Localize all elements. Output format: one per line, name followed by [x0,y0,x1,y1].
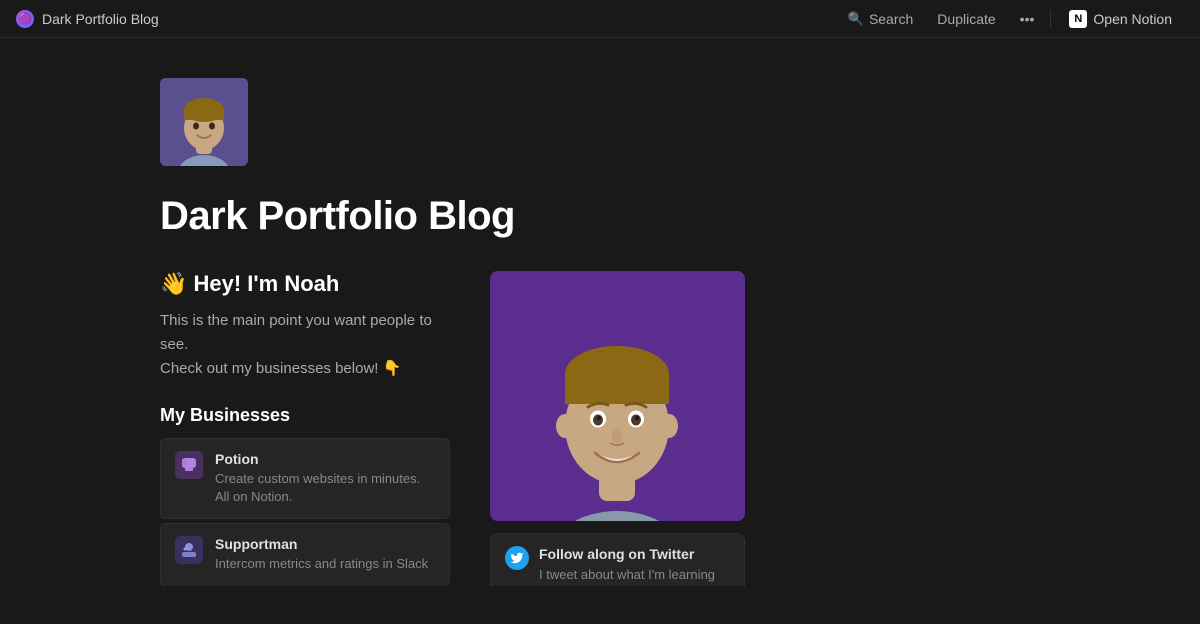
potion-desc: Create custom websites in minutes.All on… [215,470,435,506]
twitter-title: Follow along on Twitter [539,546,730,562]
more-icon: ••• [1020,11,1035,27]
supportman-info: Supportman Intercom metrics and ratings … [215,536,435,573]
twitter-desc: I tweet about what I'm learning and buil… [539,566,730,586]
open-notion-label: Open Notion [1093,11,1172,27]
business-card-potion[interactable]: Potion Create custom websites in minutes… [160,438,450,519]
left-column: 👋 Hey! I'm Noah This is the main point y… [160,271,450,586]
right-column: Follow along on Twitter I tweet about wh… [490,271,745,586]
hey-text-line2: Check out my businesses below! 👇 [160,360,401,377]
search-button[interactable]: 🔍 Search [838,7,924,31]
business-list: Potion Create custom websites in minutes… [160,438,450,586]
profile-face-svg [160,78,248,166]
business-card-supportman[interactable]: Supportman Intercom metrics and ratings … [160,523,450,586]
potion-icon [175,451,203,479]
twitter-card[interactable]: Follow along on Twitter I tweet about wh… [490,533,745,586]
topbar-divider [1050,10,1051,28]
more-button[interactable]: ••• [1010,7,1045,31]
potion-info: Potion Create custom websites in minutes… [215,451,435,506]
supportman-name: Supportman [215,536,435,552]
search-icon: 🔍 [848,11,864,27]
supportman-desc: Intercom metrics and ratings in Slack [215,555,435,573]
two-column-layout: 👋 Hey! I'm Noah This is the main point y… [160,271,1120,586]
notion-icon: N [1069,10,1087,28]
hey-heading: 👋 Hey! I'm Noah [160,271,450,297]
open-notion-button[interactable]: N Open Notion [1057,6,1184,32]
supportman-icon [175,536,203,564]
topbar-right: 🔍 Search Duplicate ••• N Open Notion [838,6,1184,32]
duplicate-label: Duplicate [937,11,995,27]
noah-photo-svg [490,271,745,521]
duplicate-button[interactable]: Duplicate [927,7,1005,31]
noah-photo [490,271,745,521]
potion-name: Potion [215,451,435,467]
profile-image-container [160,78,248,166]
search-label: Search [869,11,913,27]
hey-text-line1: This is the main point you want people t… [160,312,432,353]
twitter-icon [505,546,529,570]
page-title: Dark Portfolio Blog [160,194,1120,239]
topbar-site-title: Dark Portfolio Blog [42,11,159,27]
site-favicon: 🟣 [16,10,34,28]
topbar: 🟣 Dark Portfolio Blog 🔍 Search Duplicate… [0,0,1200,38]
twitter-content: Follow along on Twitter I tweet about wh… [539,546,730,586]
profile-image [160,78,248,166]
businesses-heading: My Businesses [160,405,450,426]
topbar-left: 🟣 Dark Portfolio Blog [16,10,159,28]
hey-text: This is the main point you want people t… [160,309,450,381]
main-content: Dark Portfolio Blog 👋 Hey! I'm Noah This… [0,38,1200,586]
